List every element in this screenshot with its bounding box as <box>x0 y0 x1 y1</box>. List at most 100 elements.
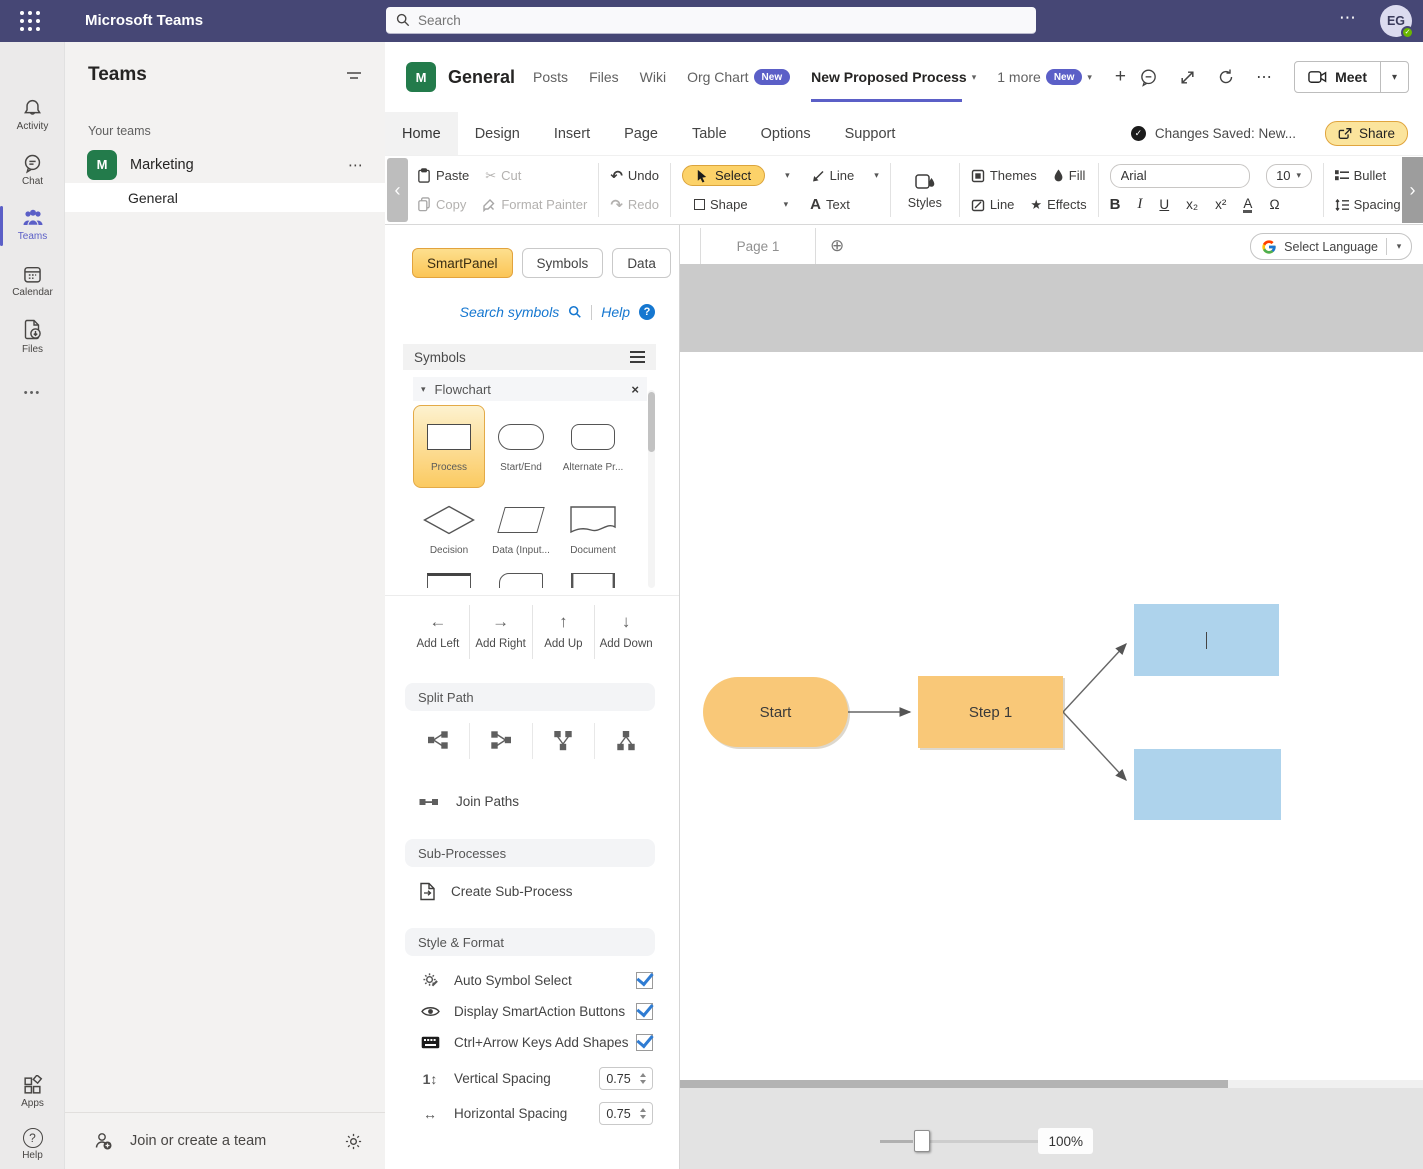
insert-symbol-button[interactable]: Ω <box>1269 197 1279 212</box>
symbol-document[interactable]: Document <box>557 488 629 571</box>
italic-button[interactable]: I <box>1137 196 1142 213</box>
node-branch-top[interactable] <box>1134 604 1279 676</box>
search-symbols-icon[interactable] <box>568 305 582 319</box>
superscript-button[interactable]: x² <box>1215 197 1226 212</box>
rail-item-teams[interactable]: Teams <box>0 208 65 242</box>
vertical-spacing-stepper[interactable]: 0.75 <box>599 1067 653 1090</box>
meet-dropdown-icon[interactable]: ▾ <box>1381 72 1408 83</box>
rail-more-icon[interactable]: ••• <box>0 387 65 399</box>
tab-1-more[interactable]: 1 moreNew▾ <box>997 69 1092 85</box>
horizontal-scrollbar[interactable] <box>680 1080 1423 1088</box>
stepper-arrows-icon[interactable] <box>637 1073 652 1084</box>
add-tab-button[interactable]: + <box>1115 66 1126 88</box>
node-step1[interactable]: Step 1 <box>918 676 1063 748</box>
toolbar-scroll-left-button[interactable]: ‹ <box>387 158 408 222</box>
stepper-arrows-icon[interactable] <box>637 1108 652 1119</box>
join-paths-button[interactable]: Join Paths <box>419 794 679 809</box>
remove-group-icon[interactable]: × <box>631 382 639 397</box>
undo-button[interactable]: ↶Undo <box>610 167 659 185</box>
toolbar-scroll-right-button[interactable]: › <box>1402 157 1423 223</box>
symbol-partial[interactable] <box>413 573 485 588</box>
symbol-partial[interactable] <box>557 573 629 588</box>
redo-button[interactable]: ↷Redo <box>610 196 659 214</box>
search-bar[interactable] <box>386 7 1036 34</box>
symbol-process[interactable]: Process <box>413 405 485 488</box>
fill-button[interactable]: Fill <box>1053 168 1086 183</box>
rail-item-files[interactable]: Files <box>0 318 65 355</box>
rail-item-activity[interactable]: Activity <box>0 98 65 132</box>
ribbon-tab-page[interactable]: Page <box>607 112 675 155</box>
help-question-icon[interactable]: ? <box>639 304 655 320</box>
line-dropdown-icon[interactable]: ▾ <box>874 170 879 181</box>
spacing-button[interactable]: Spacing <box>1335 197 1401 212</box>
filter-icon[interactable] <box>345 69 363 83</box>
select-language-button[interactable]: Select Language ▾ <box>1250 233 1412 260</box>
add-up-button[interactable]: ↑Add Up <box>532 605 595 659</box>
zoom-slider-track[interactable] <box>880 1140 913 1143</box>
tab-more-options-icon[interactable]: ⋯ <box>1256 67 1273 87</box>
add-left-button[interactable]: ←Add Left <box>407 605 469 659</box>
symbol-data-input[interactable]: Data (Input... <box>485 488 557 571</box>
chevron-down-icon[interactable]: ▾ <box>1087 72 1092 83</box>
drawing-page[interactable]: Start Step 1 <box>680 352 1423 1080</box>
expand-icon[interactable] <box>1179 69 1196 86</box>
titlebar-more-icon[interactable]: ⋯ <box>1339 8 1357 28</box>
chevron-down-icon[interactable]: ▾ <box>972 72 977 83</box>
ribbon-tab-home[interactable]: Home <box>385 112 458 155</box>
tab-symbols[interactable]: Symbols <box>522 248 604 278</box>
line-style-button[interactable]: Line <box>971 197 1015 212</box>
node-branch-bottom[interactable] <box>1134 749 1281 820</box>
symbols-scrollbar[interactable] <box>648 390 655 588</box>
zoom-slider-thumb[interactable] <box>914 1130 930 1152</box>
team-more-icon[interactable]: ⋯ <box>348 156 363 174</box>
node-start[interactable]: Start <box>703 677 848 747</box>
text-tool-button[interactable]: AText <box>810 196 850 213</box>
tab-smartpanel[interactable]: SmartPanel <box>412 248 513 278</box>
meet-button[interactable]: Meet ▾ <box>1294 61 1409 93</box>
conversation-icon[interactable] <box>1139 68 1158 87</box>
add-page-icon[interactable]: ⊕ <box>830 236 844 256</box>
shape-dropdown-icon[interactable]: ▾ <box>784 199 789 210</box>
symbols-menu-icon[interactable] <box>630 351 645 363</box>
copy-button[interactable]: Copy <box>417 197 466 212</box>
waffle-menu-icon[interactable] <box>20 11 40 31</box>
select-dropdown-icon[interactable]: ▾ <box>785 170 790 181</box>
rail-item-calendar[interactable]: Calendar <box>0 264 65 298</box>
add-right-button[interactable]: →Add Right <box>469 605 532 659</box>
font-family-input[interactable] <box>1110 164 1250 188</box>
bullet-button[interactable]: Bullet <box>1335 168 1387 183</box>
tab-wiki[interactable]: Wiki <box>640 69 666 85</box>
zoom-slider-track[interactable] <box>928 1140 1040 1143</box>
paste-button[interactable]: Paste <box>417 168 469 183</box>
line-tool-button[interactable]: Line <box>812 168 855 183</box>
font-size-dropdown[interactable]: 10▾ <box>1266 164 1312 188</box>
split-up-button[interactable] <box>594 723 657 759</box>
ribbon-tab-support[interactable]: Support <box>828 112 913 155</box>
tab-posts[interactable]: Posts <box>533 69 568 85</box>
underline-button[interactable]: U <box>1159 197 1169 212</box>
rail-item-help[interactable]: ? Help <box>0 1128 65 1161</box>
ribbon-tab-design[interactable]: Design <box>458 112 537 155</box>
styles-button[interactable]: Styles <box>908 171 942 210</box>
ribbon-tab-insert[interactable]: Insert <box>537 112 607 155</box>
display-smartaction-checkbox[interactable] <box>636 1003 653 1020</box>
select-tool-button[interactable]: Select <box>682 165 765 186</box>
language-dropdown-icon[interactable]: ▾ <box>1387 241 1411 252</box>
search-input[interactable] <box>418 13 978 28</box>
themes-button[interactable]: Themes <box>971 168 1037 183</box>
ribbon-tab-options[interactable]: Options <box>744 112 828 155</box>
auto-symbol-select-checkbox[interactable] <box>636 972 653 989</box>
page-tab[interactable]: Page 1 <box>700 228 816 264</box>
shape-tool-button[interactable]: Shape <box>694 197 748 212</box>
team-row-marketing[interactable]: M Marketing ⋯ <box>65 146 385 183</box>
help-link[interactable]: Help <box>601 304 630 320</box>
subscript-button[interactable]: x₂ <box>1186 197 1198 212</box>
avatar[interactable]: EG ✓ <box>1380 5 1412 37</box>
refresh-icon[interactable] <box>1217 68 1235 86</box>
split-right-button[interactable] <box>407 723 469 759</box>
bold-button[interactable]: B <box>1110 196 1121 213</box>
channel-row-general[interactable]: General <box>65 183 385 212</box>
effects-button[interactable]: ★Effects <box>1030 197 1086 213</box>
symbol-partial[interactable] <box>485 573 557 588</box>
horizontal-spacing-stepper[interactable]: 0.75 <box>599 1102 653 1125</box>
